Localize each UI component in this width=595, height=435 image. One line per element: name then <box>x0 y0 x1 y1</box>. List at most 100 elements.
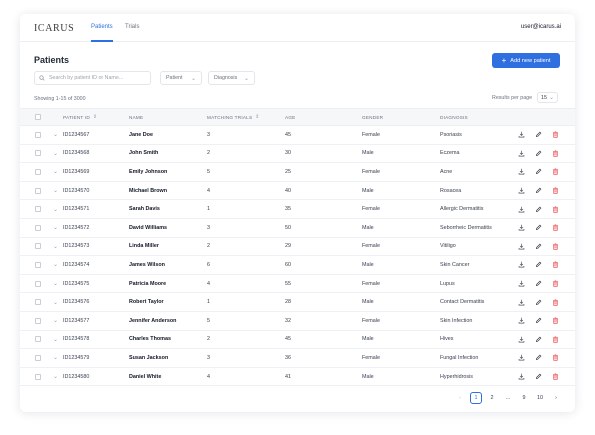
trash-icon[interactable] <box>552 349 559 367</box>
tab-patients[interactable]: Patients <box>91 24 113 30</box>
row-checkbox[interactable] <box>35 243 41 250</box>
table-row[interactable]: ⌄ ID1234577 Jennifer Anderson 5 32 Femal… <box>20 312 575 331</box>
expand-chevron-icon[interactable]: ⌄ <box>53 275 58 293</box>
edit-pencil-icon[interactable] <box>535 349 542 367</box>
download-icon[interactable] <box>518 219 525 237</box>
expand-chevron-icon[interactable]: ⌄ <box>53 368 58 386</box>
row-checkbox[interactable] <box>35 280 41 287</box>
patient-name[interactable]: Michael Brown <box>129 182 167 200</box>
edit-pencil-icon[interactable] <box>535 275 542 293</box>
table-row[interactable]: ⌄ ID1234572 David Williams 3 50 Male Seb… <box>20 219 575 238</box>
row-checkbox[interactable] <box>35 354 41 361</box>
edit-pencil-icon[interactable] <box>535 256 542 274</box>
page-button[interactable]: 10 <box>534 392 546 404</box>
edit-pencil-icon[interactable] <box>535 200 542 218</box>
table-row[interactable]: ⌄ ID1234575 Patricia Moore 4 55 Female L… <box>20 275 575 294</box>
table-row[interactable]: ⌄ ID1234574 James Wilson 6 60 Male Skin … <box>20 256 575 275</box>
trash-icon[interactable] <box>552 126 559 144</box>
row-checkbox[interactable] <box>35 206 41 213</box>
edit-pencil-icon[interactable] <box>535 312 542 330</box>
edit-pencil-icon[interactable] <box>535 163 542 181</box>
download-icon[interactable] <box>518 312 525 330</box>
col-matching-trials[interactable]: MATCHING TRIALS ⇕ <box>207 109 260 125</box>
row-checkbox[interactable] <box>35 373 41 380</box>
edit-pencil-icon[interactable] <box>535 182 542 200</box>
download-icon[interactable] <box>518 238 525 256</box>
edit-pencil-icon[interactable] <box>535 238 542 256</box>
row-checkbox[interactable] <box>35 168 41 175</box>
trash-icon[interactable] <box>552 256 559 274</box>
edit-pencil-icon[interactable] <box>535 126 542 144</box>
download-icon[interactable] <box>518 293 525 311</box>
table-row[interactable]: ⌄ ID1234573 Linda Miller 2 29 Female Vit… <box>20 238 575 257</box>
page-button[interactable]: 9 <box>518 392 530 404</box>
expand-chevron-icon[interactable]: ⌄ <box>53 349 58 367</box>
download-icon[interactable] <box>518 163 525 181</box>
table-row[interactable]: ⌄ ID1234570 Michael Brown 4 40 Male Rosa… <box>20 182 575 201</box>
patient-name[interactable]: Susan Jackson <box>129 349 168 367</box>
expand-chevron-icon[interactable]: ⌄ <box>53 126 58 144</box>
expand-chevron-icon[interactable]: ⌄ <box>53 312 58 330</box>
patient-name[interactable]: Jane Doe <box>129 126 153 144</box>
row-checkbox[interactable] <box>35 336 41 343</box>
edit-pencil-icon[interactable] <box>535 331 542 349</box>
user-email[interactable]: user@icarus.ai <box>521 24 561 30</box>
trash-icon[interactable] <box>552 293 559 311</box>
patient-name[interactable]: Linda Miller <box>129 238 159 256</box>
search-box[interactable] <box>34 71 151 85</box>
patient-name[interactable]: Emily Johnson <box>129 163 167 181</box>
sort-arrows-icon[interactable]: ⇕ <box>255 114 259 120</box>
expand-chevron-icon[interactable]: ⌄ <box>53 219 58 237</box>
download-icon[interactable] <box>518 349 525 367</box>
add-patient-button[interactable]: + Add new patient <box>492 53 560 68</box>
table-row[interactable]: ⌄ ID1234580 Daniel White 4 41 Male Hyper… <box>20 368 575 387</box>
patient-name[interactable]: Robert Taylor <box>129 293 164 311</box>
download-icon[interactable] <box>518 368 525 386</box>
row-checkbox[interactable] <box>35 299 41 306</box>
expand-chevron-icon[interactable]: ⌄ <box>53 238 58 256</box>
trash-icon[interactable] <box>552 219 559 237</box>
results-per-page-select[interactable]: 15 ⌄ <box>537 92 558 103</box>
table-row[interactable]: ⌄ ID1234571 Sarah Davis 1 35 Female Alle… <box>20 200 575 219</box>
trash-icon[interactable] <box>552 312 559 330</box>
trash-icon[interactable] <box>552 238 559 256</box>
download-icon[interactable] <box>518 200 525 218</box>
table-row[interactable]: ⌄ ID1234567 Jane Doe 3 45 Female Psorias… <box>20 126 575 145</box>
download-icon[interactable] <box>518 256 525 274</box>
edit-pencil-icon[interactable] <box>535 145 542 163</box>
expand-chevron-icon[interactable]: ⌄ <box>53 163 58 181</box>
edit-pencil-icon[interactable] <box>535 219 542 237</box>
patient-name[interactable]: James Wilson <box>129 256 165 274</box>
trash-icon[interactable] <box>552 163 559 181</box>
expand-chevron-icon[interactable]: ⌄ <box>53 182 58 200</box>
patient-name[interactable]: David Williams <box>129 219 167 237</box>
expand-chevron-icon[interactable]: ⌄ <box>53 200 58 218</box>
table-row[interactable]: ⌄ ID1234579 Susan Jackson 3 36 Female Fu… <box>20 349 575 368</box>
search-input[interactable] <box>49 73 149 83</box>
edit-pencil-icon[interactable] <box>535 293 542 311</box>
patient-name[interactable]: Sarah Davis <box>129 200 160 218</box>
trash-icon[interactable] <box>552 275 559 293</box>
download-icon[interactable] <box>518 126 525 144</box>
patient-name[interactable]: Charles Thomas <box>129 331 171 349</box>
page-button[interactable]: 1 <box>470 392 482 404</box>
diagnosis-filter-dropdown[interactable]: Diagnosis ⌄ <box>208 71 255 85</box>
trash-icon[interactable] <box>552 200 559 218</box>
tab-trials[interactable]: Trials <box>125 24 139 30</box>
edit-pencil-icon[interactable] <box>535 368 542 386</box>
download-icon[interactable] <box>518 275 525 293</box>
table-row[interactable]: ⌄ ID1234568 John Smith 2 30 Male Eczema <box>20 145 575 164</box>
row-checkbox[interactable] <box>35 131 41 138</box>
table-row[interactable]: ⌄ ID1234578 Charles Thomas 2 45 Male Hiv… <box>20 331 575 350</box>
trash-icon[interactable] <box>552 182 559 200</box>
patient-filter-dropdown[interactable]: Patient ⌄ <box>160 71 202 85</box>
expand-chevron-icon[interactable]: ⌄ <box>53 256 58 274</box>
patient-name[interactable]: Daniel White <box>129 368 161 386</box>
table-row[interactable]: ⌄ ID1234569 Emily Johnson 5 25 Female Ac… <box>20 163 575 182</box>
expand-chevron-icon[interactable]: ⌄ <box>53 331 58 349</box>
patient-name[interactable]: Jennifer Anderson <box>129 312 176 330</box>
expand-chevron-icon[interactable]: ⌄ <box>53 145 58 163</box>
trash-icon[interactable] <box>552 331 559 349</box>
download-icon[interactable] <box>518 145 525 163</box>
col-patient-id[interactable]: PATIENT ID ⇕ <box>63 109 97 125</box>
